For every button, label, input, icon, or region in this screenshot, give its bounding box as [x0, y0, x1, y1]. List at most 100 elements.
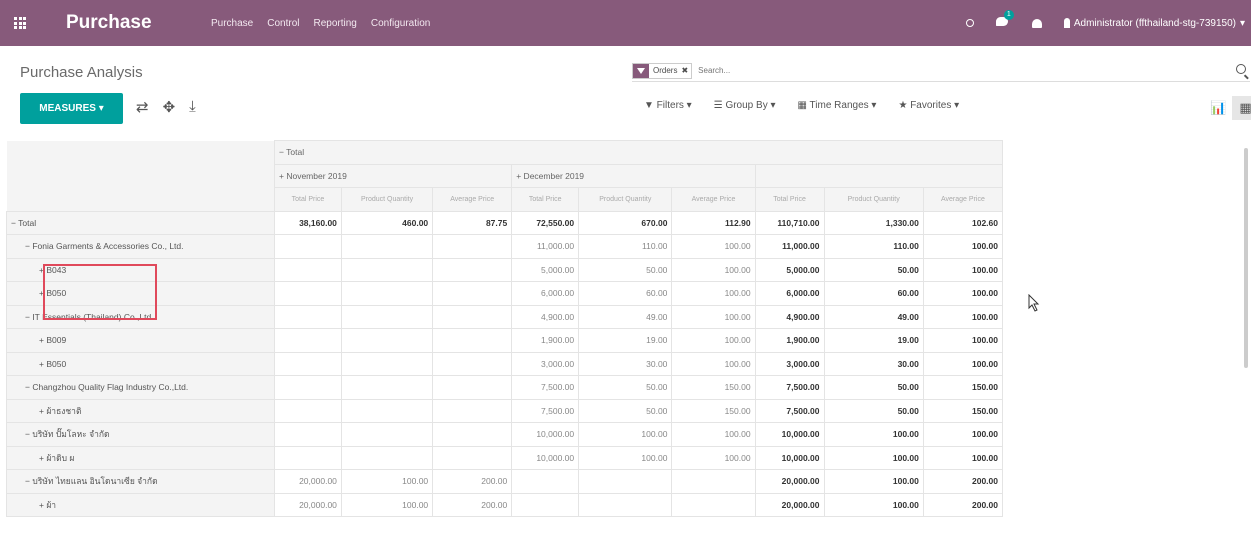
pivot-cell[interactable]: 100.00	[671, 234, 756, 259]
pivot-cell[interactable]: 20,000.00	[274, 492, 342, 517]
pivot-cell[interactable]: 100.00	[922, 234, 1004, 259]
pivot-cell[interactable]: 7,500.00	[511, 375, 580, 400]
time-ranges-dropdown[interactable]: ▦ Time Ranges ▾	[798, 100, 877, 111]
measure-header[interactable]: Average Price	[432, 187, 513, 212]
pivot-cell[interactable]: 100.00	[922, 304, 1004, 329]
pivot-cell[interactable]: 150.00	[671, 375, 756, 400]
row-header[interactable]: + ผ้าดิบ ผ	[6, 445, 275, 470]
graph-view-icon[interactable]: 📊	[1205, 96, 1232, 120]
flip-axis-icon[interactable]: ⇄	[136, 98, 149, 116]
pivot-cell[interactable]: 100.00	[922, 351, 1004, 376]
pivot-cell[interactable]	[340, 351, 434, 376]
pivot-cell[interactable]: 3,000.00	[754, 351, 825, 376]
col-header-total[interactable]: − Total	[274, 140, 1003, 165]
measure-header[interactable]: Total Price	[754, 187, 825, 212]
pivot-cell[interactable]: 30.00	[578, 351, 673, 376]
col-header-december[interactable]: + December 2019	[511, 163, 756, 188]
pivot-cell[interactable]: 60.00	[578, 281, 673, 306]
pivot-cell[interactable]: 50.00	[578, 398, 673, 423]
pivot-cell[interactable]	[432, 351, 513, 376]
pivot-cell[interactable]	[432, 328, 513, 353]
pivot-cell[interactable]	[432, 304, 513, 329]
pivot-cell[interactable]: 60.00	[823, 281, 924, 306]
pivot-cell[interactable]	[432, 445, 513, 470]
pivot-cell[interactable]	[340, 281, 434, 306]
pivot-cell[interactable]: 100.00	[340, 492, 434, 517]
pivot-cell[interactable]	[432, 281, 513, 306]
menu-reporting[interactable]: Reporting	[314, 18, 357, 29]
menu-purchase[interactable]: Purchase	[211, 18, 253, 29]
pivot-cell[interactable]: 150.00	[922, 375, 1004, 400]
pivot-cell[interactable]: 50.00	[823, 375, 924, 400]
pivot-cell[interactable]: 100.00	[922, 328, 1004, 353]
pivot-view-icon[interactable]: ▦	[1232, 96, 1251, 120]
pivot-cell[interactable]: 100.00	[922, 422, 1004, 447]
pivot-cell[interactable]: 110.00	[823, 234, 924, 259]
pivot-cell[interactable]: 100.00	[340, 469, 434, 494]
pivot-cell[interactable]: 200.00	[432, 492, 513, 517]
messaging-menu[interactable]: 1	[995, 10, 1014, 29]
apps-menu-icon[interactable]	[0, 0, 40, 46]
pivot-cell[interactable]	[578, 469, 673, 494]
pivot-cell[interactable]: 4,900.00	[511, 304, 580, 329]
pivot-cell[interactable]	[340, 375, 434, 400]
pivot-cell[interactable]	[274, 445, 342, 470]
pivot-cell[interactable]: 200.00	[432, 469, 513, 494]
measure-header[interactable]: Total Price	[511, 187, 580, 212]
pivot-cell[interactable]: 7,500.00	[754, 398, 825, 423]
search-icon[interactable]	[1236, 64, 1246, 74]
menu-control[interactable]: Control	[267, 18, 299, 29]
expand-all-icon[interactable]: ✥	[163, 98, 176, 116]
row-header[interactable]: + B050	[6, 351, 275, 376]
pivot-cell[interactable]: 100.00	[823, 469, 924, 494]
pivot-cell[interactable]: 150.00	[671, 398, 756, 423]
pivot-cell[interactable]	[432, 375, 513, 400]
app-title[interactable]: Purchase	[66, 12, 201, 34]
measure-header[interactable]: Product Quantity	[823, 187, 924, 212]
measures-button[interactable]: MEASURES ▾	[20, 93, 123, 124]
pivot-cell[interactable]	[432, 422, 513, 447]
pivot-cell[interactable]: 670.00	[578, 210, 673, 235]
row-header[interactable]: + B009	[6, 328, 275, 353]
pivot-cell[interactable]: 3,000.00	[511, 351, 580, 376]
pivot-cell[interactable]	[340, 398, 434, 423]
pivot-cell[interactable]: 10,000.00	[511, 445, 580, 470]
pivot-cell[interactable]	[511, 492, 580, 517]
pivot-cell[interactable]: 72,550.00	[511, 210, 580, 235]
pivot-cell[interactable]: 7,500.00	[754, 375, 825, 400]
row-header[interactable]: − บริษัท ปั๊มโลหะ จำกัด	[6, 422, 275, 447]
pivot-cell[interactable]: 100.00	[823, 445, 924, 470]
pivot-cell[interactable]	[340, 328, 434, 353]
pivot-cell[interactable]	[671, 492, 756, 517]
pivot-cell[interactable]	[274, 351, 342, 376]
pivot-cell[interactable]: 112.90	[671, 210, 756, 235]
pivot-cell[interactable]: 100.00	[671, 257, 756, 282]
scrollbar[interactable]	[1244, 148, 1248, 368]
pivot-cell[interactable]	[274, 281, 342, 306]
pivot-cell[interactable]: 1,900.00	[754, 328, 825, 353]
pivot-cell[interactable]: 100.00	[922, 445, 1004, 470]
pivot-cell[interactable]: 20,000.00	[754, 469, 825, 494]
menu-configuration[interactable]: Configuration	[371, 18, 430, 29]
pivot-cell[interactable]: 20,000.00	[274, 469, 342, 494]
col-header-november[interactable]: + November 2019	[273, 163, 513, 188]
pivot-cell[interactable]: 100.00	[922, 281, 1004, 306]
pivot-cell[interactable]: 6,000.00	[511, 281, 580, 306]
user-menu[interactable]: Administrator (ffthailand-stg-739150) ▾	[1063, 18, 1245, 29]
pivot-cell[interactable]: 50.00	[823, 257, 924, 282]
measure-header[interactable]: Product Quantity	[340, 187, 434, 212]
pivot-cell[interactable]: 150.00	[922, 398, 1004, 423]
pivot-cell[interactable]	[340, 445, 434, 470]
pivot-cell[interactable]: 30.00	[823, 351, 924, 376]
row-header[interactable]: − บริษัท ไทยแลน อินโดนาเซีย จำกัด	[6, 469, 275, 494]
activity-icon[interactable]	[965, 19, 974, 27]
filters-dropdown[interactable]: ▼ Filters ▾	[644, 100, 692, 111]
pivot-cell[interactable]: 50.00	[823, 398, 924, 423]
pivot-cell[interactable]	[274, 422, 342, 447]
measure-header[interactable]: Average Price	[671, 187, 756, 212]
pivot-cell[interactable]: 100.00	[671, 351, 756, 376]
pivot-cell[interactable]	[340, 234, 434, 259]
facet-remove-icon[interactable]: ✖	[681, 66, 691, 75]
pivot-cell[interactable]	[274, 375, 342, 400]
pivot-cell[interactable]: 5,000.00	[511, 257, 580, 282]
